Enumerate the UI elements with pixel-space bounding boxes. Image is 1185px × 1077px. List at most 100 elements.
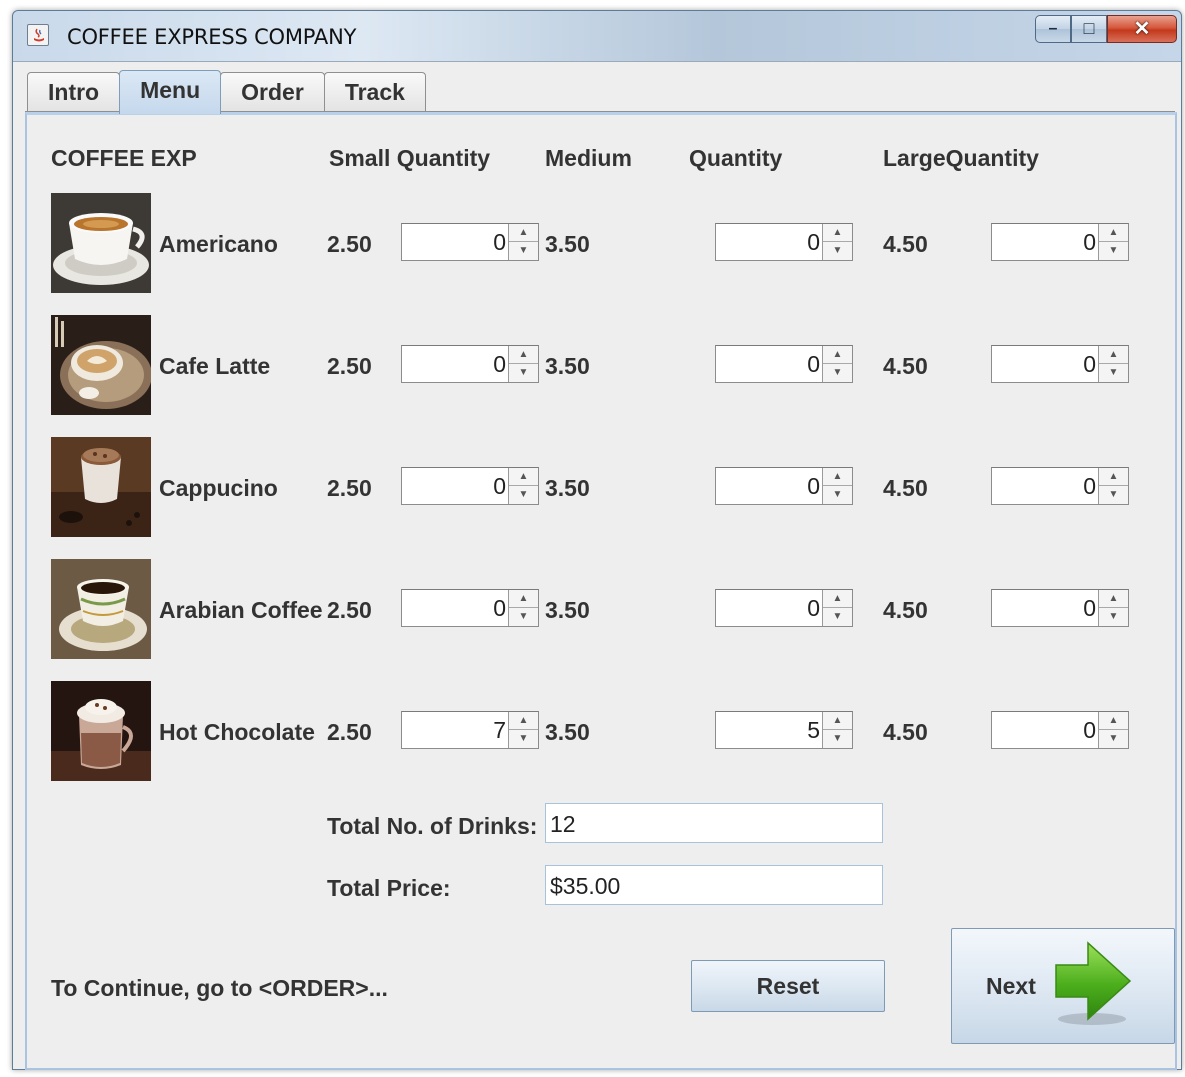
item-name-americano: Americano [159,231,278,257]
decrement-arrow-icon[interactable]: ▼ [509,242,538,260]
increment-arrow-icon[interactable]: ▲ [823,590,852,608]
green-arrow-right-icon [1055,941,1132,1025]
large-qty-cafe-latte[interactable]: 0 ▲ ▼ [991,345,1129,383]
small-price-cafe-latte: 2.50 [327,353,372,379]
increment-arrow-icon[interactable]: ▲ [823,468,852,486]
medium-qty-americano[interactable]: 0 ▲ ▼ [715,223,853,261]
maximize-button[interactable]: □ [1071,15,1107,43]
window-title: COFFEE EXPRESS COMPANY [67,25,357,49]
hot-chocolate-image [51,681,151,781]
item-name-cappucino: Cappucino [159,475,278,501]
minimize-icon: – [1048,20,1058,37]
spinner-arrows: ▲ ▼ [822,590,852,626]
maximize-icon: □ [1083,18,1095,38]
menu-panel: COFFEE EXP Small Quantity Medium Quantit… [25,112,1177,1070]
spinner-arrows: ▲ ▼ [508,590,538,626]
large-qty-arabian-coffee[interactable]: 0 ▲ ▼ [991,589,1129,627]
decrement-arrow-icon[interactable]: ▼ [823,364,852,382]
app-window: COFFEE EXPRESS COMPANY – □ ✕ Intro Menu … [12,10,1182,1070]
increment-arrow-icon[interactable]: ▲ [509,468,538,486]
decrement-arrow-icon[interactable]: ▼ [1099,730,1128,748]
next-button[interactable]: Next [951,928,1175,1044]
spinner-arrows: ▲ ▼ [508,468,538,504]
increment-arrow-icon[interactable]: ▲ [1099,468,1128,486]
reset-button[interactable]: Reset [691,960,885,1012]
decrement-arrow-icon[interactable]: ▼ [509,364,538,382]
spinner-value: 5 [807,717,820,743]
decrement-arrow-icon[interactable]: ▼ [1099,364,1128,382]
decrement-arrow-icon[interactable]: ▼ [823,730,852,748]
medium-price-arabian-coffee: 3.50 [545,597,590,623]
medium-qty-cappucino[interactable]: 0 ▲ ▼ [715,467,853,505]
tab-intro[interactable]: Intro [27,72,121,112]
increment-arrow-icon[interactable]: ▲ [1099,224,1128,242]
medium-qty-hot-chocolate[interactable]: 5 ▲ ▼ [715,711,853,749]
header-large-quantity: LargeQuantity [883,145,1039,171]
decrement-arrow-icon[interactable]: ▼ [509,730,538,748]
small-qty-americano[interactable]: 0 ▲ ▼ [401,223,539,261]
window-controls: – □ ✕ [1035,15,1177,45]
tab-track[interactable]: Track [323,72,426,112]
spinner-value: 0 [1083,351,1096,377]
increment-arrow-icon[interactable]: ▲ [1099,346,1128,364]
increment-arrow-icon[interactable]: ▲ [1099,712,1128,730]
increment-arrow-icon[interactable]: ▲ [509,224,538,242]
small-qty-hot-chocolate[interactable]: 7 ▲ ▼ [401,711,539,749]
continue-hint: To Continue, go to <ORDER>... [51,975,388,1001]
decrement-arrow-icon[interactable]: ▼ [823,486,852,504]
large-qty-cappucino[interactable]: 0 ▲ ▼ [991,467,1129,505]
increment-arrow-icon[interactable]: ▲ [823,346,852,364]
close-button[interactable]: ✕ [1107,15,1177,43]
medium-qty-cafe-latte[interactable]: 0 ▲ ▼ [715,345,853,383]
increment-arrow-icon[interactable]: ▲ [509,712,538,730]
spinner-value: 0 [1083,229,1096,255]
spinner-arrows: ▲ ▼ [1098,590,1128,626]
cappucino-image [51,437,151,537]
spinner-arrows: ▲ ▼ [1098,346,1128,382]
spinner-arrows: ▲ ▼ [822,468,852,504]
large-qty-hot-chocolate[interactable]: 0 ▲ ▼ [991,711,1129,749]
item-name-cafe-latte: Cafe Latte [159,353,271,379]
decrement-arrow-icon[interactable]: ▼ [823,242,852,260]
large-price-arabian-coffee: 4.50 [883,597,928,623]
title-bar[interactable]: COFFEE EXPRESS COMPANY – □ ✕ [13,11,1181,61]
java-app-icon [27,24,49,46]
tab-menu[interactable]: Menu [119,70,222,114]
total-price-label: Total Price: [327,875,451,901]
spinner-arrows: ▲ ▼ [508,224,538,260]
small-qty-cappucino[interactable]: 0 ▲ ▼ [401,467,539,505]
total-drinks-field[interactable]: 12 [545,803,883,843]
large-qty-americano[interactable]: 0 ▲ ▼ [991,223,1129,261]
small-qty-cafe-latte[interactable]: 0 ▲ ▼ [401,345,539,383]
decrement-arrow-icon[interactable]: ▼ [823,608,852,626]
spinner-value: 0 [1083,717,1096,743]
decrement-arrow-icon[interactable]: ▼ [1099,486,1128,504]
cafe-latte-image [51,315,151,415]
increment-arrow-icon[interactable]: ▲ [823,712,852,730]
small-qty-arabian-coffee[interactable]: 0 ▲ ▼ [401,589,539,627]
small-price-hot-chocolate: 2.50 [327,719,372,745]
spinner-value: 0 [807,351,820,377]
spinner-value: 0 [493,229,506,255]
increment-arrow-icon[interactable]: ▲ [1099,590,1128,608]
medium-price-cappucino: 3.50 [545,475,590,501]
minimize-button[interactable]: – [1035,15,1071,43]
spinner-value: 0 [493,595,506,621]
arabian-coffee-image [51,559,151,659]
tab-order[interactable]: Order [220,72,325,112]
increment-arrow-icon[interactable]: ▲ [823,224,852,242]
medium-qty-arabian-coffee[interactable]: 0 ▲ ▼ [715,589,853,627]
decrement-arrow-icon[interactable]: ▼ [509,608,538,626]
decrement-arrow-icon[interactable]: ▼ [1099,608,1128,626]
small-price-americano: 2.50 [327,231,372,257]
large-price-cafe-latte: 4.50 [883,353,928,379]
increment-arrow-icon[interactable]: ▲ [509,346,538,364]
total-price-field[interactable]: $35.00 [545,865,883,905]
small-price-arabian-coffee: 2.50 [327,597,372,623]
decrement-arrow-icon[interactable]: ▼ [1099,242,1128,260]
spinner-value: 0 [807,473,820,499]
close-icon: ✕ [1133,18,1151,40]
increment-arrow-icon[interactable]: ▲ [509,590,538,608]
spinner-value: 0 [807,595,820,621]
decrement-arrow-icon[interactable]: ▼ [509,486,538,504]
